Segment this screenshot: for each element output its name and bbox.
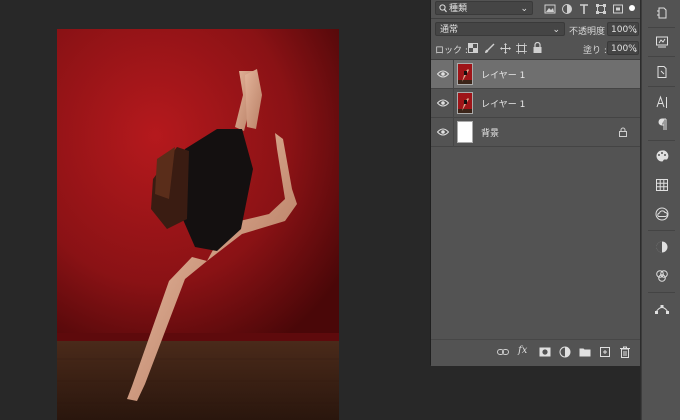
link-icon[interactable]: [497, 346, 509, 358]
creative-cloud-icon[interactable]: [655, 207, 669, 221]
lock-transparent-pixels-icon[interactable]: [468, 43, 478, 53]
filter-kind-select[interactable]: 種類 ⌄: [435, 1, 533, 15]
grid-icon[interactable]: [655, 178, 669, 192]
chevron-down-icon[interactable]: ⌄: [632, 25, 639, 37]
filter-kind-value: 種類: [449, 4, 468, 14]
lock-all-icon[interactable]: [533, 42, 542, 53]
group-folder-icon[interactable]: [579, 346, 591, 358]
blend-opacity-row: 通常 ⌄ 不透明度 : 100% ⌄: [431, 19, 641, 39]
lock-image-pixels-icon[interactable]: [484, 43, 495, 54]
history-icon[interactable]: [655, 6, 669, 20]
pixel-filter-icon[interactable]: [544, 3, 556, 15]
libraries-icon[interactable]: [655, 35, 669, 49]
visibility-eye-icon[interactable]: [437, 69, 449, 79]
lock-artboard-icon[interactable]: [516, 43, 527, 54]
search-icon: [439, 4, 447, 13]
layer-row[interactable]: レイヤー 1: [431, 60, 641, 89]
shape-filter-icon[interactable]: [595, 3, 607, 15]
visibility-eye-icon[interactable]: [437, 127, 449, 137]
filter-toggle-icon[interactable]: [627, 2, 637, 14]
panel-icon-strip: [641, 0, 680, 420]
blend-mode-value: 通常: [440, 25, 459, 35]
lock-position-icon[interactable]: [500, 43, 511, 54]
lock-label: ロック :: [435, 46, 468, 56]
layer-name[interactable]: 背景: [481, 126, 499, 139]
lock-fill-row: ロック : 塗り : 100% ⌄: [431, 39, 641, 59]
swatches-icon[interactable]: [655, 149, 669, 163]
adjustment-filter-icon[interactable]: [561, 3, 573, 15]
layer-row[interactable]: 背景: [431, 118, 641, 147]
smart-object-filter-icon[interactable]: [612, 3, 624, 15]
chevron-down-icon: ⌄: [552, 25, 560, 35]
layer-thumbnail: [457, 121, 473, 143]
paragraph-icon[interactable]: [655, 117, 669, 131]
channels-icon[interactable]: [655, 269, 669, 283]
layer-thumbnail: [457, 63, 473, 85]
layers-panel: 種類 ⌄ 通常 ⌄ 不透明度: 100% ⌄ ロック: 塗り: 100% …: [430, 0, 641, 366]
trash-icon[interactable]: [619, 346, 631, 358]
fill-label: 塗り :: [583, 46, 607, 56]
mask-icon[interactable]: [539, 346, 551, 358]
adjustment-layer-icon[interactable]: [559, 346, 571, 358]
blend-mode-select[interactable]: 通常 ⌄: [435, 22, 565, 36]
lock-icon[interactable]: [619, 127, 627, 137]
adjustments-icon[interactable]: [655, 240, 669, 254]
fx-icon[interactable]: fx: [518, 345, 527, 356]
character-icon[interactable]: [655, 95, 669, 109]
clone-source-icon[interactable]: [655, 65, 669, 79]
layer-name[interactable]: レイヤー 1: [481, 68, 525, 81]
layer-filter-row: 種類 ⌄: [431, 0, 641, 18]
layer-thumbnail: [457, 92, 473, 114]
type-filter-icon[interactable]: [578, 3, 590, 15]
new-layer-icon[interactable]: [599, 346, 611, 358]
layers-panel-footer: fx: [431, 339, 641, 366]
chevron-down-icon: ⌄: [520, 4, 528, 14]
paths-icon[interactable]: [655, 302, 669, 316]
document-canvas[interactable]: [0, 0, 430, 420]
dancer-photo[interactable]: [57, 29, 339, 420]
layer-name[interactable]: レイヤー 1: [481, 97, 525, 110]
layer-row[interactable]: レイヤー 1: [431, 89, 641, 118]
chevron-down-icon[interactable]: ⌄: [632, 44, 639, 56]
opacity-label: 不透明度 :: [569, 27, 611, 37]
visibility-eye-icon[interactable]: [437, 98, 449, 108]
